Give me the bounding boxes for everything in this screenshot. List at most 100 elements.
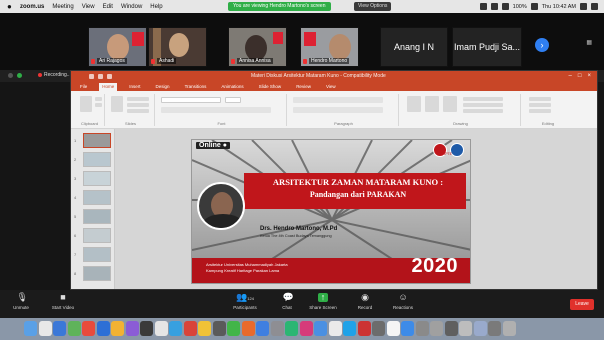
tab-review[interactable]: Review bbox=[293, 83, 314, 91]
participant-tile[interactable]: Hendro Martono bbox=[300, 27, 359, 67]
participant-tile[interactable]: Annisa Annisa bbox=[228, 27, 287, 67]
close-icon[interactable]: × bbox=[587, 71, 591, 82]
gallery-view-icon[interactable]: ▦ bbox=[586, 39, 592, 46]
slide-thumbnail-pane[interactable]: 1 2 3 4 5 6 7 8 bbox=[71, 129, 115, 289]
participants-button[interactable]: 👥124 Participants bbox=[228, 293, 262, 311]
clock[interactable]: Thu 10:42 AM bbox=[542, 4, 576, 10]
leave-button[interactable]: Leave bbox=[570, 299, 594, 310]
new-slide-button[interactable] bbox=[111, 96, 123, 112]
bluetooth-icon[interactable] bbox=[490, 3, 498, 10]
arrange-button[interactable] bbox=[425, 96, 439, 112]
list-buttons[interactable] bbox=[293, 97, 383, 103]
dock-app-icon[interactable] bbox=[53, 321, 66, 336]
quick-styles-button[interactable] bbox=[443, 96, 457, 112]
slide-thumbnail[interactable] bbox=[83, 171, 111, 186]
dock-app-icon[interactable] bbox=[502, 321, 516, 336]
slide-thumbnail[interactable] bbox=[83, 247, 111, 262]
font-format-buttons[interactable] bbox=[161, 107, 271, 113]
find-button[interactable] bbox=[529, 97, 551, 101]
shapes-button[interactable] bbox=[407, 96, 421, 112]
reactions-button[interactable]: ☺ Reactions bbox=[386, 293, 420, 311]
maximize-icon[interactable]: □ bbox=[578, 71, 582, 82]
copy-button[interactable] bbox=[95, 103, 102, 107]
redo-icon[interactable] bbox=[107, 74, 112, 79]
replace-button[interactable] bbox=[529, 103, 551, 107]
dock-app-icon[interactable] bbox=[212, 321, 226, 336]
tab-animations[interactable]: Animations bbox=[218, 83, 246, 91]
participant-tile[interactable]: Ari Rajagos bbox=[88, 27, 147, 67]
dock-app-icon[interactable] bbox=[459, 321, 472, 336]
dock-app-icon[interactable] bbox=[96, 321, 110, 336]
tab-design[interactable]: Design bbox=[153, 83, 173, 91]
dock-app-icon[interactable] bbox=[140, 321, 153, 336]
view-options-button[interactable]: View Options bbox=[354, 2, 392, 11]
battery-percent[interactable]: 100% bbox=[513, 4, 527, 10]
shape-fill-button[interactable] bbox=[463, 97, 503, 101]
close-icon[interactable] bbox=[8, 73, 13, 78]
menu-help[interactable]: Help bbox=[150, 4, 162, 10]
menu-edit[interactable]: Edit bbox=[103, 4, 113, 10]
menu-meeting[interactable]: Meeting bbox=[52, 4, 73, 10]
dock-app-icon[interactable] bbox=[256, 321, 269, 336]
menu-app-name[interactable]: zoom.us bbox=[20, 4, 44, 10]
dock-app-icon[interactable] bbox=[343, 321, 356, 336]
dock-app-icon[interactable] bbox=[227, 321, 240, 336]
dock-app-icon[interactable] bbox=[372, 321, 385, 336]
slide-thumbnail[interactable] bbox=[83, 152, 111, 167]
record-button[interactable]: ◉ Record bbox=[348, 293, 382, 311]
dock-app-icon[interactable] bbox=[82, 321, 95, 336]
font-size-select[interactable] bbox=[225, 97, 241, 103]
participant-tile[interactable]: Ashadi bbox=[148, 27, 207, 67]
dock-app-icon[interactable] bbox=[386, 321, 400, 336]
current-slide[interactable]: Online ● IKAPTE ARSITEKTUR ZAMAN MATARAM… bbox=[191, 139, 471, 284]
dock-app-icon[interactable] bbox=[488, 321, 501, 336]
dock-app-icon[interactable] bbox=[183, 321, 197, 336]
slide-thumbnail[interactable] bbox=[83, 209, 111, 224]
participant-name-tile[interactable]: Anang I N bbox=[380, 27, 448, 67]
next-page-button[interactable]: › bbox=[535, 38, 549, 52]
slide-thumbnail[interactable] bbox=[83, 190, 111, 205]
slide-thumbnail[interactable] bbox=[83, 133, 111, 148]
tab-transitions[interactable]: Transitions bbox=[182, 83, 210, 91]
recording-indicator[interactable]: Recording... bbox=[38, 72, 71, 78]
dock-app-icon[interactable] bbox=[401, 321, 414, 336]
dock-app-icon[interactable] bbox=[357, 321, 371, 336]
dock-app-icon[interactable] bbox=[154, 321, 168, 336]
menu-window[interactable]: Window bbox=[121, 4, 142, 10]
cut-button[interactable] bbox=[95, 97, 102, 101]
tab-view[interactable]: View bbox=[323, 83, 339, 91]
tab-home[interactable]: Home bbox=[99, 83, 118, 91]
dock-app-icon[interactable] bbox=[198, 321, 211, 336]
dock-app-icon[interactable] bbox=[270, 321, 284, 336]
dock-app-icon[interactable] bbox=[169, 321, 182, 336]
wifi-icon[interactable] bbox=[479, 3, 487, 10]
apple-menu-icon[interactable]: ● bbox=[7, 2, 15, 11]
battery-icon[interactable] bbox=[530, 3, 538, 10]
dock-app-icon[interactable] bbox=[473, 321, 487, 336]
volume-icon[interactable] bbox=[501, 3, 509, 10]
paste-button[interactable] bbox=[80, 96, 92, 112]
slide-thumbnail[interactable] bbox=[83, 266, 111, 281]
dock-app-icon[interactable] bbox=[314, 321, 327, 336]
dock-app-icon[interactable] bbox=[328, 321, 342, 336]
minimize-icon[interactable]: – bbox=[569, 71, 572, 82]
participant-name-tile[interactable]: Imam Pudji Sa... bbox=[452, 27, 522, 67]
dock-app-icon[interactable] bbox=[285, 321, 298, 336]
dock-app-icon[interactable] bbox=[444, 321, 458, 336]
alignment-buttons[interactable] bbox=[293, 107, 383, 113]
dock-app-icon[interactable] bbox=[24, 321, 37, 336]
dock-app-icon[interactable] bbox=[299, 321, 313, 336]
control-center-icon[interactable] bbox=[591, 3, 598, 10]
slide-thumbnail[interactable] bbox=[83, 228, 111, 243]
font-family-select[interactable] bbox=[161, 97, 221, 103]
dock-app-icon[interactable] bbox=[241, 321, 255, 336]
layout-button[interactable] bbox=[127, 97, 149, 101]
unmute-button[interactable]: 🎙 Unmute bbox=[4, 293, 38, 311]
select-button[interactable] bbox=[529, 109, 551, 113]
share-screen-button[interactable]: ↑ Share Screen bbox=[306, 293, 340, 311]
reset-button[interactable] bbox=[127, 103, 149, 107]
undo-icon[interactable] bbox=[98, 74, 103, 79]
dock-app-icon[interactable] bbox=[38, 321, 52, 336]
tab-insert[interactable]: Insert bbox=[126, 83, 143, 91]
save-icon[interactable] bbox=[89, 74, 94, 79]
